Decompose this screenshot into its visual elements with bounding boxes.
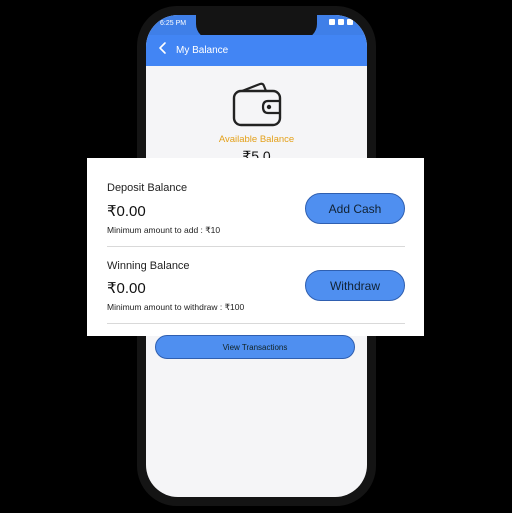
signal-icon: [338, 19, 344, 25]
chevron-left-icon[interactable]: [158, 41, 168, 55]
battery-icon: [347, 19, 353, 25]
deposit-balance-amount: ₹0.00: [107, 203, 146, 220]
app-bar: My Balance: [146, 35, 367, 66]
balance-card: Deposit Balance ₹0.00 Minimum amount to …: [87, 158, 424, 336]
deposit-minimum-note: Minimum amount to add : ₹10: [107, 225, 221, 235]
divider: [107, 246, 405, 247]
add-cash-button[interactable]: Add Cash: [305, 193, 405, 224]
view-transactions-button[interactable]: View Transactions: [155, 335, 355, 359]
available-balance-label: Available Balance: [218, 134, 295, 145]
divider: [107, 323, 405, 324]
wallet-icon: [232, 82, 282, 127]
status-icons: [329, 19, 353, 25]
winning-balance-amount: ₹0.00: [107, 280, 146, 297]
winning-minimum-note: Minimum amount to withdraw : ₹100: [107, 302, 245, 312]
status-time: 6:25 PM: [160, 20, 187, 27]
wifi-icon: [329, 19, 335, 25]
page-title: My Balance: [176, 45, 229, 56]
winning-balance-title: Winning Balance: [107, 260, 190, 272]
deposit-balance-title: Deposit Balance: [107, 182, 188, 194]
withdraw-button[interactable]: Withdraw: [305, 270, 405, 301]
